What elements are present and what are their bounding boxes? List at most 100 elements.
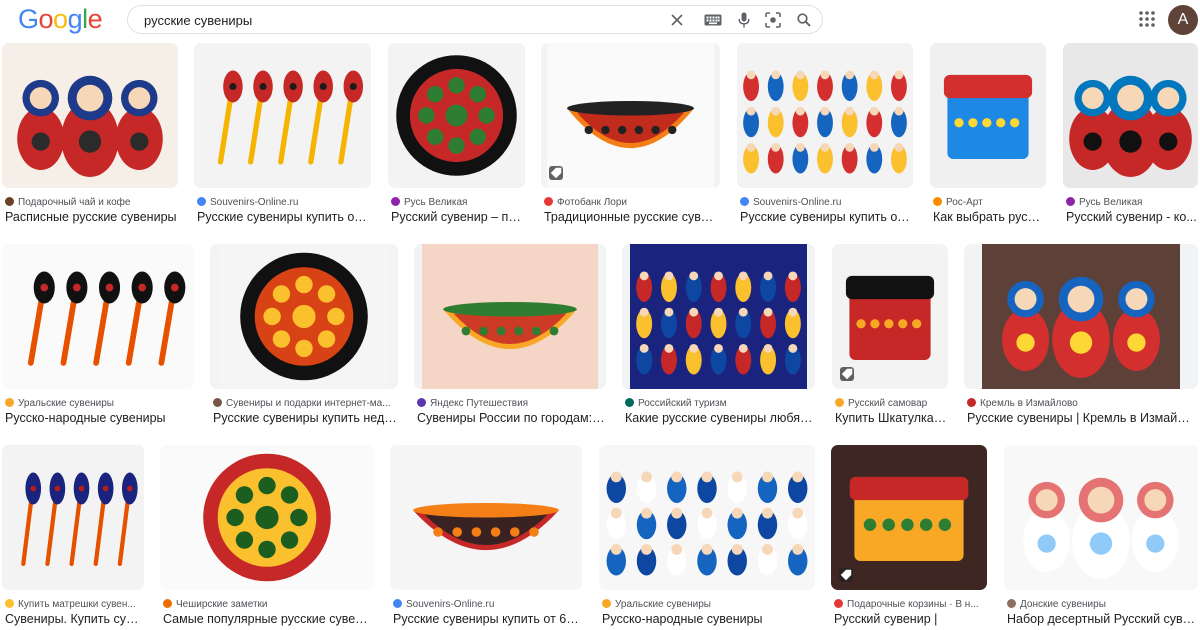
image-result-card[interactable]: Российский туризм Какие русские сувениры …: [622, 244, 815, 429]
result-source[interactable]: Чеширские заметки: [163, 598, 373, 611]
account-avatar[interactable]: A: [1168, 5, 1198, 35]
result-thumbnail[interactable]: [194, 43, 371, 188]
result-thumbnail[interactable]: [210, 244, 398, 389]
image-result-card[interactable]: Фотобанк Лори Традиционные русские сувен.…: [541, 43, 720, 228]
result-source-name: Сувениры и подарки интернет-ма...: [226, 398, 391, 409]
image-result-card[interactable]: Кремль в Измайлово Русские сувениры | Кре…: [964, 244, 1198, 429]
result-title[interactable]: Набор десертный Русский суве...: [1007, 611, 1197, 627]
result-title[interactable]: Как выбрать русск...: [933, 209, 1045, 225]
result-title[interactable]: Русские сувениры купить от 6 р...: [393, 611, 581, 627]
result-source[interactable]: Souvenirs-Online.ru: [740, 196, 912, 209]
result-title[interactable]: Купить Шкатулка ...: [835, 410, 947, 426]
result-source[interactable]: Донские сувениры: [1007, 598, 1197, 611]
result-source[interactable]: Souvenirs-Online.ru: [197, 196, 370, 209]
result-thumbnail[interactable]: [160, 445, 374, 590]
result-source[interactable]: Подарочные корзины · В н...: [834, 598, 986, 611]
result-thumbnail[interactable]: [964, 244, 1198, 389]
result-title[interactable]: Сувениры. Купить сув...: [5, 611, 143, 627]
result-title[interactable]: Традиционные русские сувен...: [544, 209, 719, 225]
logo-letter: o: [38, 4, 54, 34]
result-title[interactable]: Русские сувениры купить от ...: [740, 209, 912, 225]
image-result-card[interactable]: Сувениры и подарки интернет-ма... Русские…: [210, 244, 398, 429]
result-source[interactable]: Яндекс Путешествия: [417, 397, 605, 410]
result-source[interactable]: Подарочный чай и кофе: [5, 196, 177, 209]
image-result-card[interactable]: Уральские сувениры Русско-народные сувени…: [599, 445, 815, 630]
image-result-card[interactable]: Русь Великая Русский сувенир – по...: [388, 43, 525, 228]
logo-letter: o: [53, 4, 68, 34]
result-thumbnail[interactable]: [2, 43, 178, 188]
result-thumbnail[interactable]: [930, 43, 1046, 188]
result-thumbnail[interactable]: [737, 43, 913, 188]
image-result-card[interactable]: Уральские сувениры Русско-народные сувени…: [2, 244, 194, 429]
result-thumbnail[interactable]: [390, 445, 582, 590]
image-result-card[interactable]: Подарочный чай и кофе Расписные русские с…: [2, 43, 178, 228]
result-thumbnail[interactable]: [1004, 445, 1198, 590]
result-thumbnail[interactable]: [622, 244, 815, 389]
result-source[interactable]: Русь Великая: [1066, 196, 1197, 209]
result-source[interactable]: Кремль в Измайлово: [967, 397, 1197, 410]
result-source[interactable]: Фотобанк Лори: [544, 196, 719, 209]
result-title[interactable]: Русско-народные сувениры: [5, 410, 193, 426]
result-source[interactable]: Русский самовар: [835, 397, 947, 410]
result-title[interactable]: Расписные русские сувениры: [5, 209, 177, 225]
image-result-card[interactable]: Рос-Арт Как выбрать русск...: [930, 43, 1046, 228]
result-source-name: Souvenirs-Online.ru: [210, 197, 299, 208]
google-logo[interactable]: Google: [18, 4, 103, 34]
result-source[interactable]: Уральские сувениры: [5, 397, 193, 410]
image-result-card[interactable]: Souvenirs-Online.ru Русские сувениры купи…: [737, 43, 913, 228]
image-result-card[interactable]: Чеширские заметки Самые популярные русски…: [160, 445, 374, 630]
result-source[interactable]: Русь Великая: [391, 196, 524, 209]
image-result-card[interactable]: Купить матрешки сувен... Сувениры. Купить…: [2, 445, 144, 630]
result-thumbnail[interactable]: [832, 244, 948, 389]
site-favicon-icon: [163, 599, 172, 608]
search-input[interactable]: [144, 11, 644, 29]
result-source[interactable]: Сувениры и подарки интернет-ма...: [213, 397, 397, 410]
result-source-name: Русь Великая: [404, 197, 468, 208]
clear-icon[interactable]: [668, 11, 686, 29]
result-source[interactable]: Купить матрешки сувен...: [5, 598, 143, 611]
mic-icon[interactable]: [735, 11, 753, 29]
result-title[interactable]: Русские сувениры | Кремль в Измайлово: [967, 410, 1197, 426]
result-thumbnail[interactable]: [414, 244, 606, 389]
site-favicon-icon: [933, 197, 942, 206]
result-thumbnail[interactable]: [388, 43, 525, 188]
image-result-card[interactable]: Русский самовар Купить Шкатулка ...: [832, 244, 948, 429]
site-favicon-icon: [417, 398, 426, 407]
image-result-card[interactable]: Яндекс Путешествия Сувениры России по гор…: [414, 244, 606, 429]
result-thumbnail[interactable]: [1063, 43, 1198, 188]
keyboard-icon[interactable]: [702, 11, 724, 29]
result-title[interactable]: Самые популярные русские сувени...: [163, 611, 373, 627]
result-title[interactable]: Какие русские сувениры любят ...: [625, 410, 814, 426]
result-title[interactable]: Сувениры России по городам: ч...: [417, 410, 605, 426]
result-thumbnail[interactable]: [541, 43, 720, 188]
lens-icon[interactable]: [764, 11, 782, 29]
result-source[interactable]: Рос-Арт: [933, 196, 1045, 209]
apps-icon[interactable]: [1139, 11, 1155, 27]
search-box: [127, 5, 823, 34]
image-result-card[interactable]: Souvenirs-Online.ru Русские сувениры купи…: [390, 445, 582, 630]
image-result-card[interactable]: Souvenirs-Online.ru Русские сувениры купи…: [194, 43, 371, 228]
result-title[interactable]: Русские сувениры купить от ...: [197, 209, 370, 225]
image-result-card[interactable]: Донские сувениры Набор десертный Русский …: [1004, 445, 1198, 630]
image-result-card[interactable]: Русь Великая Русский сувенир - ко...: [1063, 43, 1198, 228]
result-title[interactable]: Русский сувенир - ко...: [1066, 209, 1197, 225]
site-favicon-icon: [213, 398, 222, 407]
site-favicon-icon: [602, 599, 611, 608]
result-title[interactable]: Русский сувенир |: [834, 611, 986, 627]
site-favicon-icon: [197, 197, 206, 206]
result-title[interactable]: Русский сувенир – по...: [391, 209, 524, 225]
result-thumbnail[interactable]: [2, 244, 194, 389]
result-thumbnail[interactable]: [599, 445, 815, 590]
result-title[interactable]: Русско-народные сувениры: [602, 611, 814, 627]
search-icon[interactable]: [795, 11, 813, 29]
result-source[interactable]: Souvenirs-Online.ru: [393, 598, 581, 611]
result-thumbnail[interactable]: [2, 445, 144, 590]
result-source[interactable]: Уральские сувениры: [602, 598, 814, 611]
top-bar: Google A: [0, 0, 1200, 40]
result-thumbnail[interactable]: [831, 445, 987, 590]
image-result-card[interactable]: Подарочные корзины · В н... Русский сувен…: [831, 445, 987, 630]
site-favicon-icon: [5, 398, 14, 407]
result-source-name: Рос-Арт: [946, 197, 983, 208]
result-source[interactable]: Российский туризм: [625, 397, 814, 410]
result-title[interactable]: Русские сувениры купить недо...: [213, 410, 397, 426]
